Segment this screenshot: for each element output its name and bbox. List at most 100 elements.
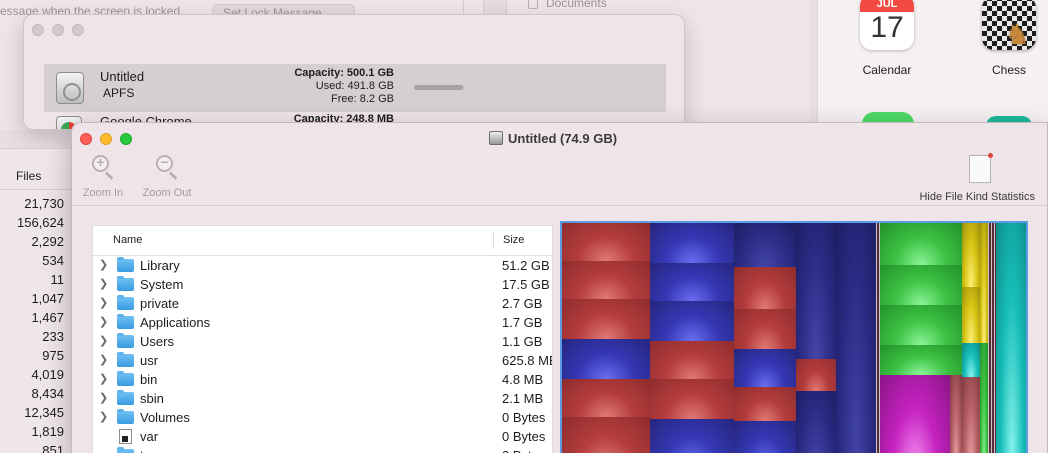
- treemap-cell[interactable]: [880, 375, 950, 453]
- disk-free: Free: 8.2 GB: [331, 93, 394, 105]
- treemap-cell[interactable]: [962, 377, 980, 453]
- files-column-header[interactable]: Files: [16, 169, 41, 183]
- row-name: Volumes: [140, 410, 190, 425]
- folder-icon: [117, 447, 134, 453]
- files-count-cell: 8,434: [31, 386, 64, 401]
- treemap-cell[interactable]: [562, 417, 650, 453]
- treemap-cell[interactable]: [650, 263, 734, 301]
- treemap-view[interactable]: [560, 221, 1028, 453]
- treemap-cell[interactable]: [880, 223, 962, 265]
- files-count-cell: 1,819: [31, 424, 64, 439]
- treemap-cell[interactable]: [980, 223, 988, 343]
- treemap-cell[interactable]: [836, 223, 876, 453]
- file-outline-table[interactable]: Name Size ❯ Library 51.2 GB ❯ System 17.5 GB ❯…: [92, 225, 553, 453]
- documents-label: Documents: [546, 0, 607, 10]
- zoom-in-button[interactable]: + Zoom In: [80, 153, 126, 199]
- chess-app-icon[interactable]: ♞: [982, 0, 1036, 50]
- row-name: Users: [140, 334, 174, 349]
- column-separator[interactable]: [493, 232, 494, 249]
- table-row[interactable]: ❯ Users 1.1 GB: [93, 332, 552, 351]
- table-row[interactable]: ❯ System 17.5 GB: [93, 275, 552, 294]
- treemap-cell[interactable]: [988, 223, 996, 453]
- table-row[interactable]: ❯ Applications 1.7 GB: [93, 313, 552, 332]
- table-row[interactable]: tmp 0 Bytes: [93, 446, 552, 453]
- disclosure-chevron-icon[interactable]: ❯: [99, 370, 109, 389]
- treemap-cell[interactable]: [650, 379, 734, 419]
- documents-checkbox[interactable]: [528, 0, 538, 9]
- hard-disk-icon: [489, 131, 503, 145]
- treemap-cell[interactable]: [962, 343, 980, 377]
- folder-icon: [117, 409, 134, 424]
- window-title: Untitled (74.9 GB): [489, 131, 617, 146]
- treemap-cell[interactable]: [734, 421, 796, 453]
- treemap-cell[interactable]: [650, 419, 734, 453]
- treemap-cell[interactable]: [880, 265, 962, 305]
- disclosure-chevron-icon[interactable]: ❯: [99, 294, 109, 313]
- treemap-cell[interactable]: [650, 341, 734, 379]
- treemap-cell[interactable]: [562, 379, 650, 417]
- files-count-cell: 4,019: [31, 367, 64, 382]
- treemap-cell[interactable]: [962, 223, 980, 287]
- column-header-name[interactable]: Name: [113, 226, 142, 255]
- folder-icon: [117, 295, 134, 310]
- close-button[interactable]: [80, 133, 92, 145]
- treemap-cell[interactable]: [734, 267, 796, 309]
- minimize-button-inactive[interactable]: [52, 24, 64, 36]
- treemap-cell[interactable]: [980, 343, 988, 453]
- disclosure-chevron-icon[interactable]: ❯: [99, 275, 109, 294]
- row-name: Library: [140, 258, 180, 273]
- treemap-cell[interactable]: [562, 339, 650, 379]
- treemap-cell[interactable]: [962, 287, 980, 343]
- treemap-cell[interactable]: [880, 345, 962, 375]
- treemap-cell[interactable]: [562, 299, 650, 339]
- treemap-cell[interactable]: [650, 223, 734, 263]
- window-title-text: Untitled (74.9 GB): [508, 131, 618, 146]
- disk-filesystem: APFS: [103, 86, 135, 100]
- table-row[interactable]: ❯ usr 625.8 MB: [93, 351, 552, 370]
- table-row[interactable]: ❯ private 2.7 GB: [93, 294, 552, 313]
- treemap-cell[interactable]: [562, 261, 650, 299]
- treemap-cell[interactable]: [996, 223, 1026, 453]
- calendar-app-icon[interactable]: JUL 17: [860, 0, 914, 50]
- disclosure-chevron-icon[interactable]: ❯: [99, 313, 109, 332]
- disk-stats: Capacity: 500.1 GB Used: 491.8 GB Free: …: [240, 67, 394, 106]
- close-button-inactive[interactable]: [32, 24, 44, 36]
- column-header-size[interactable]: Size: [503, 226, 524, 255]
- zoom-out-button[interactable]: − Zoom Out: [138, 153, 196, 199]
- documents-item[interactable]: Documents: [528, 0, 607, 10]
- table-row[interactable]: ❯ bin 4.8 MB: [93, 370, 552, 389]
- treemap-cell[interactable]: [734, 309, 796, 349]
- row-size: 4.8 MB: [502, 372, 544, 387]
- zoom-button-inactive[interactable]: [72, 24, 84, 36]
- table-row[interactable]: ❯ Volumes 0 Bytes: [93, 408, 552, 427]
- files-count-cell: 851: [42, 443, 64, 453]
- zoom-button[interactable]: [120, 133, 132, 145]
- disk-usage-bar: [414, 85, 464, 90]
- treemap-cell[interactable]: [734, 387, 796, 421]
- treemap-cell[interactable]: [880, 305, 962, 345]
- disk-row-untitled[interactable]: Untitled APFS Capacity: 500.1 GB Used: 4…: [44, 64, 666, 112]
- disclosure-chevron-icon[interactable]: ❯: [99, 408, 109, 427]
- disclosure-chevron-icon[interactable]: ❯: [99, 389, 109, 408]
- treemap-cell[interactable]: [734, 223, 796, 267]
- zoom-out-label: Zoom Out: [142, 187, 192, 199]
- table-row[interactable]: var 0 Bytes: [93, 427, 552, 446]
- row-size: 1.7 GB: [502, 315, 543, 330]
- table-row[interactable]: ❯ Library 51.2 GB: [93, 256, 552, 275]
- treemap-cell[interactable]: [734, 349, 796, 387]
- hide-file-kind-statistics-button[interactable]: Hide File Kind Statistics: [919, 153, 1035, 203]
- treemap-cell[interactable]: [796, 391, 836, 453]
- disclosure-chevron-icon[interactable]: ❯: [99, 256, 109, 275]
- disk-capacity: Capacity: 500.1 GB: [294, 67, 394, 79]
- treemap-cell[interactable]: [796, 223, 836, 359]
- treemap-cell[interactable]: [796, 359, 836, 391]
- treemap-cell[interactable]: [950, 375, 962, 453]
- minimize-button[interactable]: [100, 133, 112, 145]
- disclosure-chevron-icon[interactable]: ❯: [99, 332, 109, 351]
- row-size: 0 Bytes: [502, 429, 546, 444]
- table-row[interactable]: ❯ sbin 2.1 MB: [93, 389, 552, 408]
- statistics-document-icon: [967, 153, 995, 185]
- disclosure-chevron-icon[interactable]: ❯: [99, 351, 109, 370]
- treemap-cell[interactable]: [650, 301, 734, 341]
- treemap-cell[interactable]: [562, 223, 650, 261]
